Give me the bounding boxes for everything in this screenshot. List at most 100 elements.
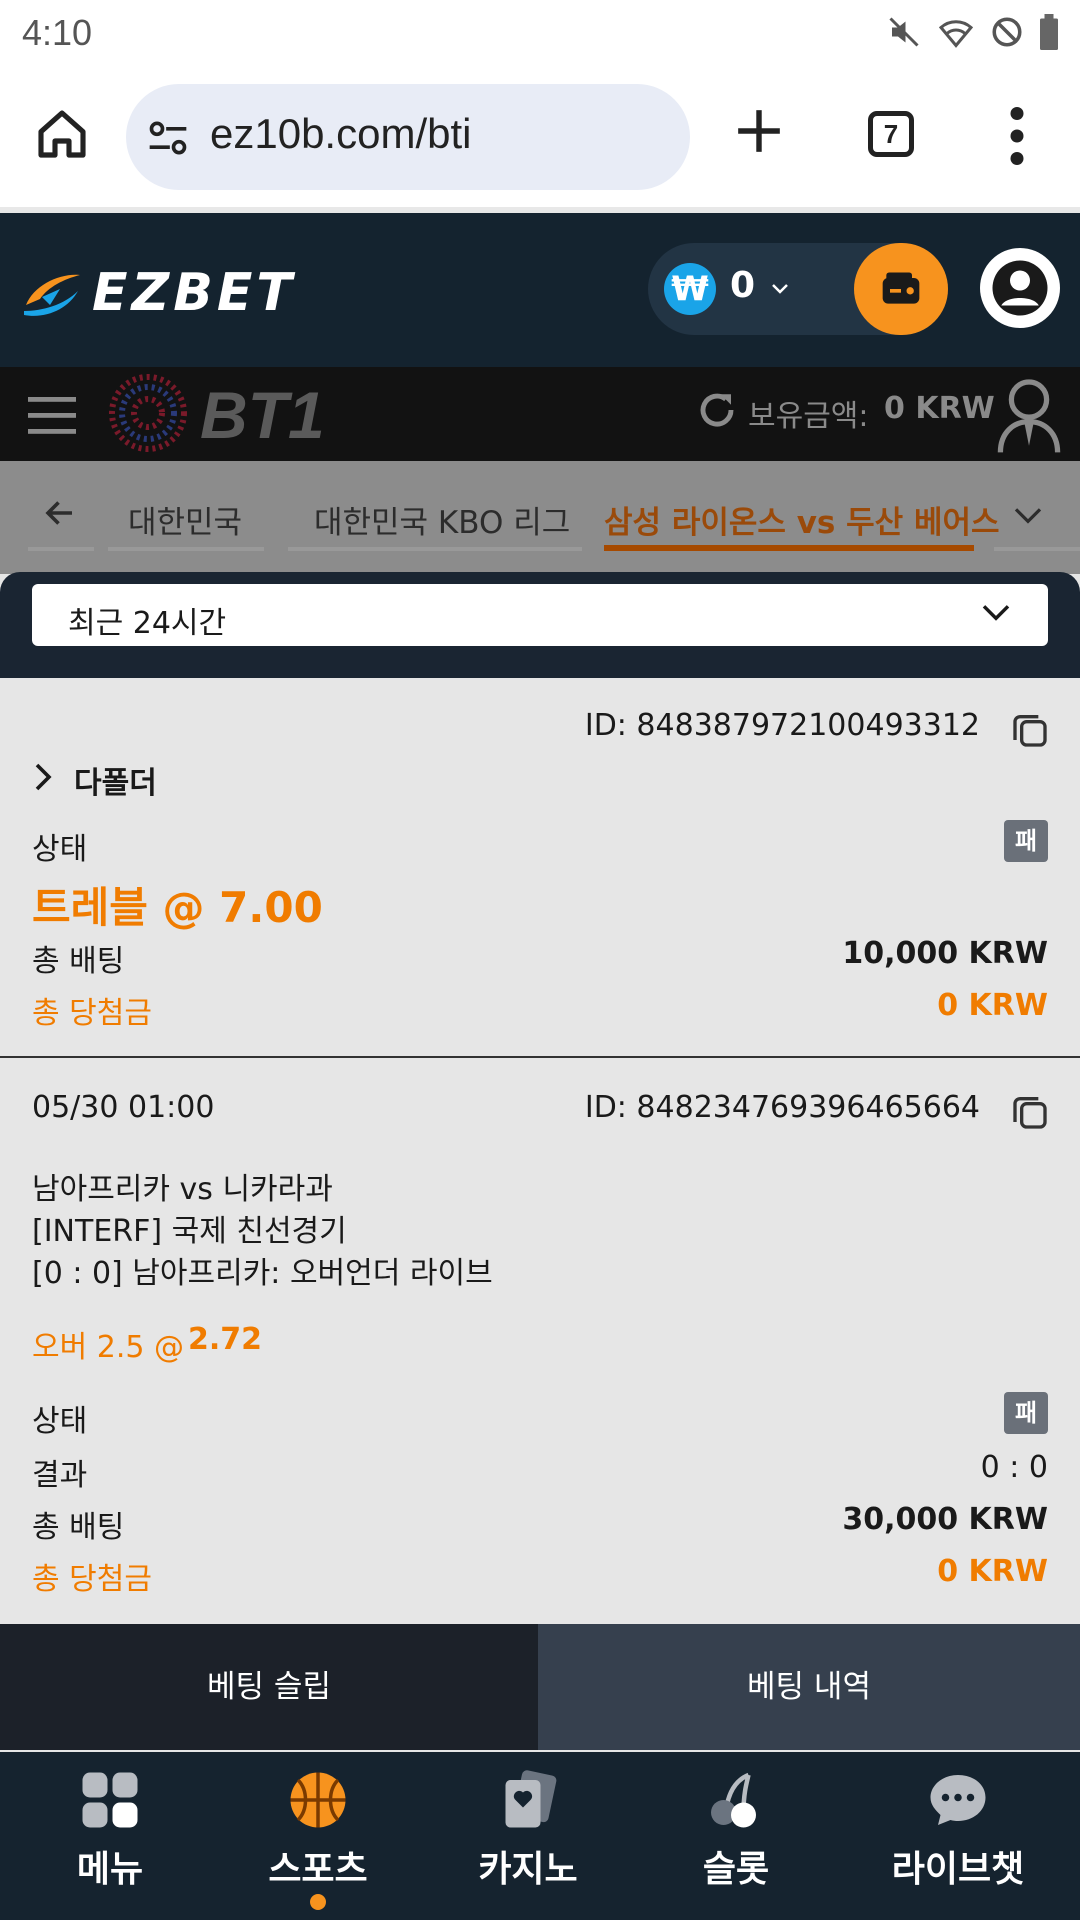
bet-type: 트레블 @ 7.00: [32, 883, 323, 932]
chevron-down-icon: [982, 605, 1010, 621]
breadcrumb-underline: [108, 547, 264, 551]
breadcrumb-item-country[interactable]: 대한민국: [128, 497, 242, 542]
battery-icon: [1040, 14, 1058, 50]
bet-tabs: 베팅 슬립 베팅 내역: [0, 1624, 1080, 1750]
result-value: 0 : 0: [980, 1450, 1048, 1485]
ezbet-logo-mark-icon: [24, 274, 80, 316]
time-range-select[interactable]: 최근 24시간: [32, 584, 1048, 646]
status-time: 4:10: [22, 12, 93, 53]
bet-id: ID: 848234769396465664: [584, 1090, 980, 1125]
nav-item-casino[interactable]: 카지노: [420, 1752, 636, 1920]
home-icon[interactable]: [34, 106, 90, 162]
balance-value: 0: [730, 265, 756, 306]
match-name: 남아프리카 vs 니카라과: [32, 1172, 333, 1207]
market-name: [0 : 0] 남아프리카: 오버언더 라이브: [32, 1256, 493, 1291]
status-bar: 4:10: [0, 0, 1080, 66]
total-win-label: 총 당첨금: [32, 1562, 152, 1597]
wallet-icon: [882, 272, 920, 304]
nav-label: 카지노: [478, 1849, 578, 1890]
hamburger-menu-icon[interactable]: [28, 395, 76, 435]
bet-id: ID: 848387972100493312: [584, 708, 980, 743]
bottom-nav: 메뉴 스포츠 카지노 슬롯 라이브챗: [0, 1752, 1080, 1920]
status-label: 상태: [32, 832, 88, 867]
grid-icon: [82, 1772, 138, 1828]
chevron-right-icon: [35, 763, 52, 791]
total-win-value: 0 KRW: [937, 1554, 1048, 1589]
profile-button[interactable]: [980, 248, 1060, 328]
multi-bet-label: 다폴더: [74, 766, 157, 801]
logo-text: EZBET: [92, 263, 296, 323]
breadcrumb-underline: [288, 547, 582, 551]
breadcrumb-item-match[interactable]: 삼성 라이온스 vs 두산 베어스: [604, 497, 1000, 542]
league-name: [INTERF] 국제 친선경기: [32, 1214, 347, 1249]
selection-label: 오버 2.5 @: [32, 1330, 184, 1365]
nav-item-menu[interactable]: 메뉴: [2, 1752, 218, 1920]
tab-bet-slip[interactable]: 베팅 슬립: [0, 1624, 538, 1750]
total-bet-label: 총 배팅: [32, 944, 125, 979]
chat-icon: [930, 1775, 986, 1825]
browser-toolbar: ez10b.com/bti 7: [0, 66, 1080, 210]
balance-label: 보유금액:: [748, 399, 869, 434]
status-badge: 패: [1004, 1392, 1048, 1434]
cards-icon: [505, 1770, 557, 1828]
status-badge: 패: [1004, 820, 1048, 862]
wallet-button[interactable]: [854, 243, 948, 335]
wifi-icon: [938, 20, 974, 48]
new-tab-icon[interactable]: [734, 106, 784, 156]
url-text: ez10b.com/bti: [210, 110, 472, 157]
bt1-logo-dots-icon: [109, 374, 187, 452]
copy-icon[interactable]: [1010, 1092, 1050, 1132]
bet-date: 05/30 01:00: [32, 1090, 215, 1125]
user-avatar-icon: [992, 260, 1048, 316]
status-label: 상태: [32, 1404, 88, 1439]
blocked-icon: [992, 17, 1022, 47]
tab-switcher-button[interactable]: 7: [868, 111, 914, 157]
basketball-icon: [290, 1772, 346, 1828]
active-indicator: [310, 1894, 326, 1910]
total-win-value: 0 KRW: [937, 988, 1048, 1023]
nav-label: 슬롯: [702, 1849, 770, 1890]
bet-card: 05/30 01:00 ID: 848234769396465664 남아프리카…: [0, 1060, 1080, 1624]
bt1-logo: BT1: [108, 373, 328, 453]
site-header: EZBET ₩ 0: [0, 213, 1080, 367]
total-bet-value: 10,000 KRW: [842, 936, 1048, 971]
balance-krw-value: 0 KRW: [884, 391, 995, 426]
multi-bet-expander[interactable]: 다폴더: [32, 758, 1048, 801]
sportsbook-bar: BT1 보유금액: 0 KRW: [0, 367, 1080, 461]
cherry-icon: [711, 1772, 756, 1828]
tab-bet-history[interactable]: 베팅 내역: [538, 1624, 1080, 1750]
copy-icon[interactable]: [1010, 710, 1050, 750]
account-icon[interactable]: [996, 375, 1062, 455]
bt1-logo-text: BT1: [200, 378, 325, 452]
selection-odds: 2.72: [188, 1322, 263, 1357]
breadcrumb: 대한민국 대한민국 KBO 리그 삼성 라이온스 vs 두산 베어스: [0, 461, 1080, 574]
back-arrow-icon[interactable]: [42, 495, 78, 531]
ezbet-logo[interactable]: EZBET: [20, 263, 296, 323]
nav-label: 라이브챗: [891, 1849, 1025, 1890]
total-bet-value: 30,000 KRW: [842, 1502, 1048, 1537]
result-label: 결과: [32, 1458, 88, 1493]
site-settings-icon[interactable]: [146, 116, 190, 160]
filter-area: 최근 24시간: [0, 572, 1080, 678]
total-win-label: 총 당첨금: [32, 996, 152, 1031]
chevron-down-icon[interactable]: [1012, 505, 1044, 527]
breadcrumb-active-underline: [604, 545, 974, 551]
won-icon: ₩: [664, 263, 716, 315]
url-bar[interactable]: ez10b.com/bti: [126, 84, 690, 190]
nav-item-livechat[interactable]: 라이브챗: [850, 1752, 1066, 1920]
nav-item-sports[interactable]: 스포츠: [210, 1752, 426, 1920]
total-bet-label: 총 배팅: [32, 1510, 125, 1545]
more-vert-icon[interactable]: [1004, 106, 1030, 166]
breadcrumb-item-league[interactable]: 대한민국 KBO 리그: [314, 497, 570, 542]
nav-label: 메뉴: [76, 1849, 144, 1890]
bet-card: ID: 848387972100493312 다폴더 상태 패 트레블 @ 7.…: [0, 678, 1080, 1058]
status-icons: [886, 14, 1060, 50]
nav-item-slots[interactable]: 슬롯: [628, 1752, 844, 1920]
refresh-icon[interactable]: [696, 389, 738, 431]
breadcrumb-underline: [28, 547, 94, 551]
time-range-value: 최근 24시간: [68, 606, 227, 641]
mute-icon: [889, 17, 919, 47]
chevron-down-icon: [772, 284, 788, 294]
breadcrumb-underline: [994, 547, 1080, 551]
nav-label: 스포츠: [268, 1849, 368, 1890]
